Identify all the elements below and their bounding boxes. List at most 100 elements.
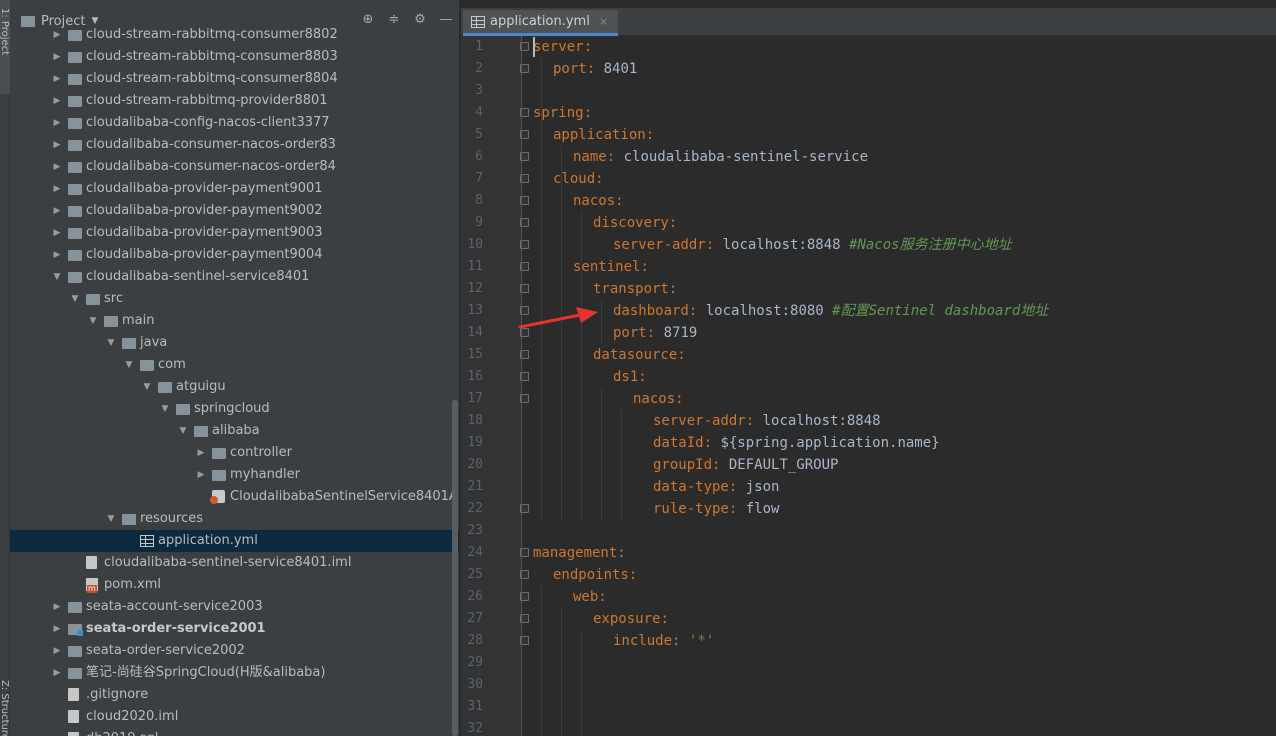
tree-row[interactable]: ▶ cloudalibaba-config-nacos-client3377 bbox=[10, 112, 459, 134]
code-line[interactable]: nacos: bbox=[633, 388, 684, 410]
project-panel: Project ▼ ⊕ ≑ ⚙ — ▶ cloud-stream-rabbitmq… bbox=[10, 0, 459, 736]
collapsed-arrow-icon[interactable]: ▶ bbox=[52, 156, 62, 178]
tree-row[interactable]: ▼ java bbox=[10, 332, 459, 354]
tree-row[interactable]: ▼ atguigu bbox=[10, 376, 459, 398]
expanded-arrow-icon[interactable]: ▼ bbox=[106, 508, 116, 530]
code-line[interactable]: server-addr: localhost:8848 bbox=[653, 410, 881, 432]
tree-row[interactable]: ▶ cloud-stream-rabbitmq-provider8801 bbox=[10, 90, 459, 112]
tab-application-yml[interactable]: application.yml × bbox=[463, 10, 619, 36]
tree-row[interactable]: ▶ myhandler bbox=[10, 464, 459, 486]
code-line[interactable]: server-addr: localhost:8848 #Nacos服务注册中心… bbox=[613, 234, 1012, 256]
code-line[interactable]: management: bbox=[533, 542, 626, 564]
code-line[interactable]: dataId: ${spring.application.name} bbox=[653, 432, 940, 454]
tree-row[interactable]: ▶ cloudalibaba-provider-payment9001 bbox=[10, 178, 459, 200]
tree-row[interactable]: db2019.sql bbox=[10, 728, 459, 736]
tree-row[interactable]: ▶ cloud-stream-rabbitmq-consumer8804 bbox=[10, 68, 459, 90]
tree-row[interactable]: ▶ cloudalibaba-provider-payment9004 bbox=[10, 244, 459, 266]
tree-row[interactable]: ▶ cloudalibaba-consumer-nacos-order83 bbox=[10, 134, 459, 156]
tree-row-label: resources bbox=[140, 511, 204, 526]
tree-row[interactable]: ▼ src bbox=[10, 288, 459, 310]
tree-row[interactable]: ▼ springcloud bbox=[10, 398, 459, 420]
tree-row[interactable]: ▶ 笔记-尚硅谷SpringCloud(H版&alibaba) bbox=[10, 662, 459, 684]
tree-row[interactable]: cloudalibaba-sentinel-service8401.iml bbox=[10, 552, 459, 574]
code-line[interactable]: include: '*' bbox=[613, 630, 714, 652]
collapsed-arrow-icon[interactable]: ▶ bbox=[52, 662, 62, 684]
collapsed-arrow-icon[interactable]: ▶ bbox=[52, 68, 62, 90]
tree-row[interactable]: ▶ seata-order-service2001 bbox=[10, 618, 459, 640]
collapsed-arrow-icon[interactable]: ▶ bbox=[52, 134, 62, 156]
tree-row[interactable]: ▼ main bbox=[10, 310, 459, 332]
collapsed-arrow-icon[interactable]: ▶ bbox=[52, 178, 62, 200]
code-line[interactable]: nacos: bbox=[573, 190, 624, 212]
code-line[interactable]: transport: bbox=[593, 278, 677, 300]
structure-tool-label[interactable]: Z: Structure bbox=[0, 680, 10, 736]
code-area[interactable]: server: port: 8401 spring: application: name… bbox=[533, 36, 1276, 736]
tree-row[interactable]: ▶ cloudalibaba-provider-payment9002 bbox=[10, 200, 459, 222]
code-line[interactable]: data-type: json bbox=[653, 476, 779, 498]
collapsed-arrow-icon[interactable]: ▶ bbox=[52, 222, 62, 244]
collapsed-arrow-icon[interactable]: ▶ bbox=[52, 244, 62, 266]
close-icon[interactable]: × bbox=[599, 15, 608, 28]
collapsed-arrow-icon[interactable]: ▶ bbox=[52, 24, 62, 46]
tree-row[interactable]: ▶ seata-account-service2003 bbox=[10, 596, 459, 618]
expanded-arrow-icon[interactable]: ▼ bbox=[178, 420, 188, 442]
collapsed-arrow-icon[interactable]: ▶ bbox=[52, 596, 62, 618]
expanded-arrow-icon[interactable]: ▼ bbox=[124, 354, 134, 376]
expanded-arrow-icon[interactable]: ▼ bbox=[52, 266, 62, 288]
code-line[interactable]: port: 8401 bbox=[553, 58, 637, 80]
tree-row[interactable]: ▶ cloud-stream-rabbitmq-consumer8802 bbox=[10, 24, 459, 46]
tree-row[interactable]: ▼ resources bbox=[10, 508, 459, 530]
collapsed-arrow-icon[interactable]: ▶ bbox=[196, 464, 206, 486]
tree-row[interactable]: application.yml bbox=[10, 530, 459, 552]
code-line[interactable]: discovery: bbox=[593, 212, 677, 234]
code-line[interactable]: server: bbox=[533, 36, 592, 58]
expanded-arrow-icon[interactable]: ▼ bbox=[160, 398, 170, 420]
tree-row[interactable]: cloud2020.iml bbox=[10, 706, 459, 728]
collapsed-arrow-icon[interactable]: ▶ bbox=[52, 90, 62, 112]
expanded-arrow-icon[interactable]: ▼ bbox=[88, 310, 98, 332]
collapsed-arrow-icon[interactable]: ▶ bbox=[52, 46, 62, 68]
line-number: 10 bbox=[467, 237, 483, 252]
code-line[interactable]: endpoints: bbox=[553, 564, 637, 586]
expanded-arrow-icon[interactable]: ▼ bbox=[106, 332, 116, 354]
code-line[interactable]: dashboard: localhost:8080 #配置Sentinel da… bbox=[613, 300, 1048, 322]
tree-row[interactable]: CloudalibabaSentinelService8401App bbox=[10, 486, 459, 508]
code-line[interactable]: application: bbox=[553, 124, 654, 146]
tree-row[interactable]: ▶ cloud-stream-rabbitmq-consumer8803 bbox=[10, 46, 459, 68]
tree-row[interactable]: pom.xml bbox=[10, 574, 459, 596]
collapsed-arrow-icon[interactable]: ▶ bbox=[52, 640, 62, 662]
code-line[interactable]: ds1: bbox=[613, 366, 647, 388]
yaml-key: sentinel bbox=[573, 259, 641, 275]
module-folder-icon bbox=[68, 624, 83, 636]
tree-row[interactable]: ▶ controller bbox=[10, 442, 459, 464]
tree-row-label: cloud-stream-rabbitmq-consumer8802 bbox=[86, 27, 338, 42]
collapsed-arrow-icon[interactable]: ▶ bbox=[52, 200, 62, 222]
code-line[interactable]: datasource: bbox=[593, 344, 686, 366]
yaml-colon: : bbox=[645, 127, 655, 143]
code-line[interactable]: sentinel: bbox=[573, 256, 649, 278]
collapsed-arrow-icon[interactable]: ▶ bbox=[196, 442, 206, 464]
expanded-arrow-icon[interactable]: ▼ bbox=[70, 288, 80, 310]
code-line[interactable]: web: bbox=[573, 586, 607, 608]
collapsed-arrow-icon[interactable]: ▶ bbox=[52, 112, 62, 134]
code-line[interactable]: groupId: DEFAULT_GROUP bbox=[653, 454, 838, 476]
code-line[interactable]: rule-type: flow bbox=[653, 498, 779, 520]
project-tool-label[interactable]: 1: Project bbox=[0, 8, 10, 55]
tree-row[interactable]: ▼ alibaba bbox=[10, 420, 459, 442]
tree-row[interactable]: ▶ cloudalibaba-provider-payment9003 bbox=[10, 222, 459, 244]
tree-row[interactable]: ▼ com bbox=[10, 354, 459, 376]
yaml-key: server-addr bbox=[653, 413, 746, 429]
tree-row[interactable]: .gitignore bbox=[10, 684, 459, 706]
tree-row[interactable]: ▶ seata-order-service2002 bbox=[10, 640, 459, 662]
file-icon bbox=[68, 710, 79, 723]
tree-scrollbar[interactable] bbox=[452, 400, 458, 736]
expanded-arrow-icon[interactable]: ▼ bbox=[142, 376, 152, 398]
code-line[interactable]: port: 8719 bbox=[613, 322, 697, 344]
tree-row[interactable]: ▼ cloudalibaba-sentinel-service8401 bbox=[10, 266, 459, 288]
collapsed-arrow-icon[interactable]: ▶ bbox=[52, 618, 62, 640]
folder-icon bbox=[68, 52, 82, 63]
yaml-comment: #Nacos服务注册中心地址 bbox=[849, 237, 1012, 253]
code-line[interactable]: name: cloudalibaba-sentinel-service bbox=[573, 146, 868, 168]
code-line[interactable]: exposure: bbox=[593, 608, 669, 630]
tree-row[interactable]: ▶ cloudalibaba-consumer-nacos-order84 bbox=[10, 156, 459, 178]
